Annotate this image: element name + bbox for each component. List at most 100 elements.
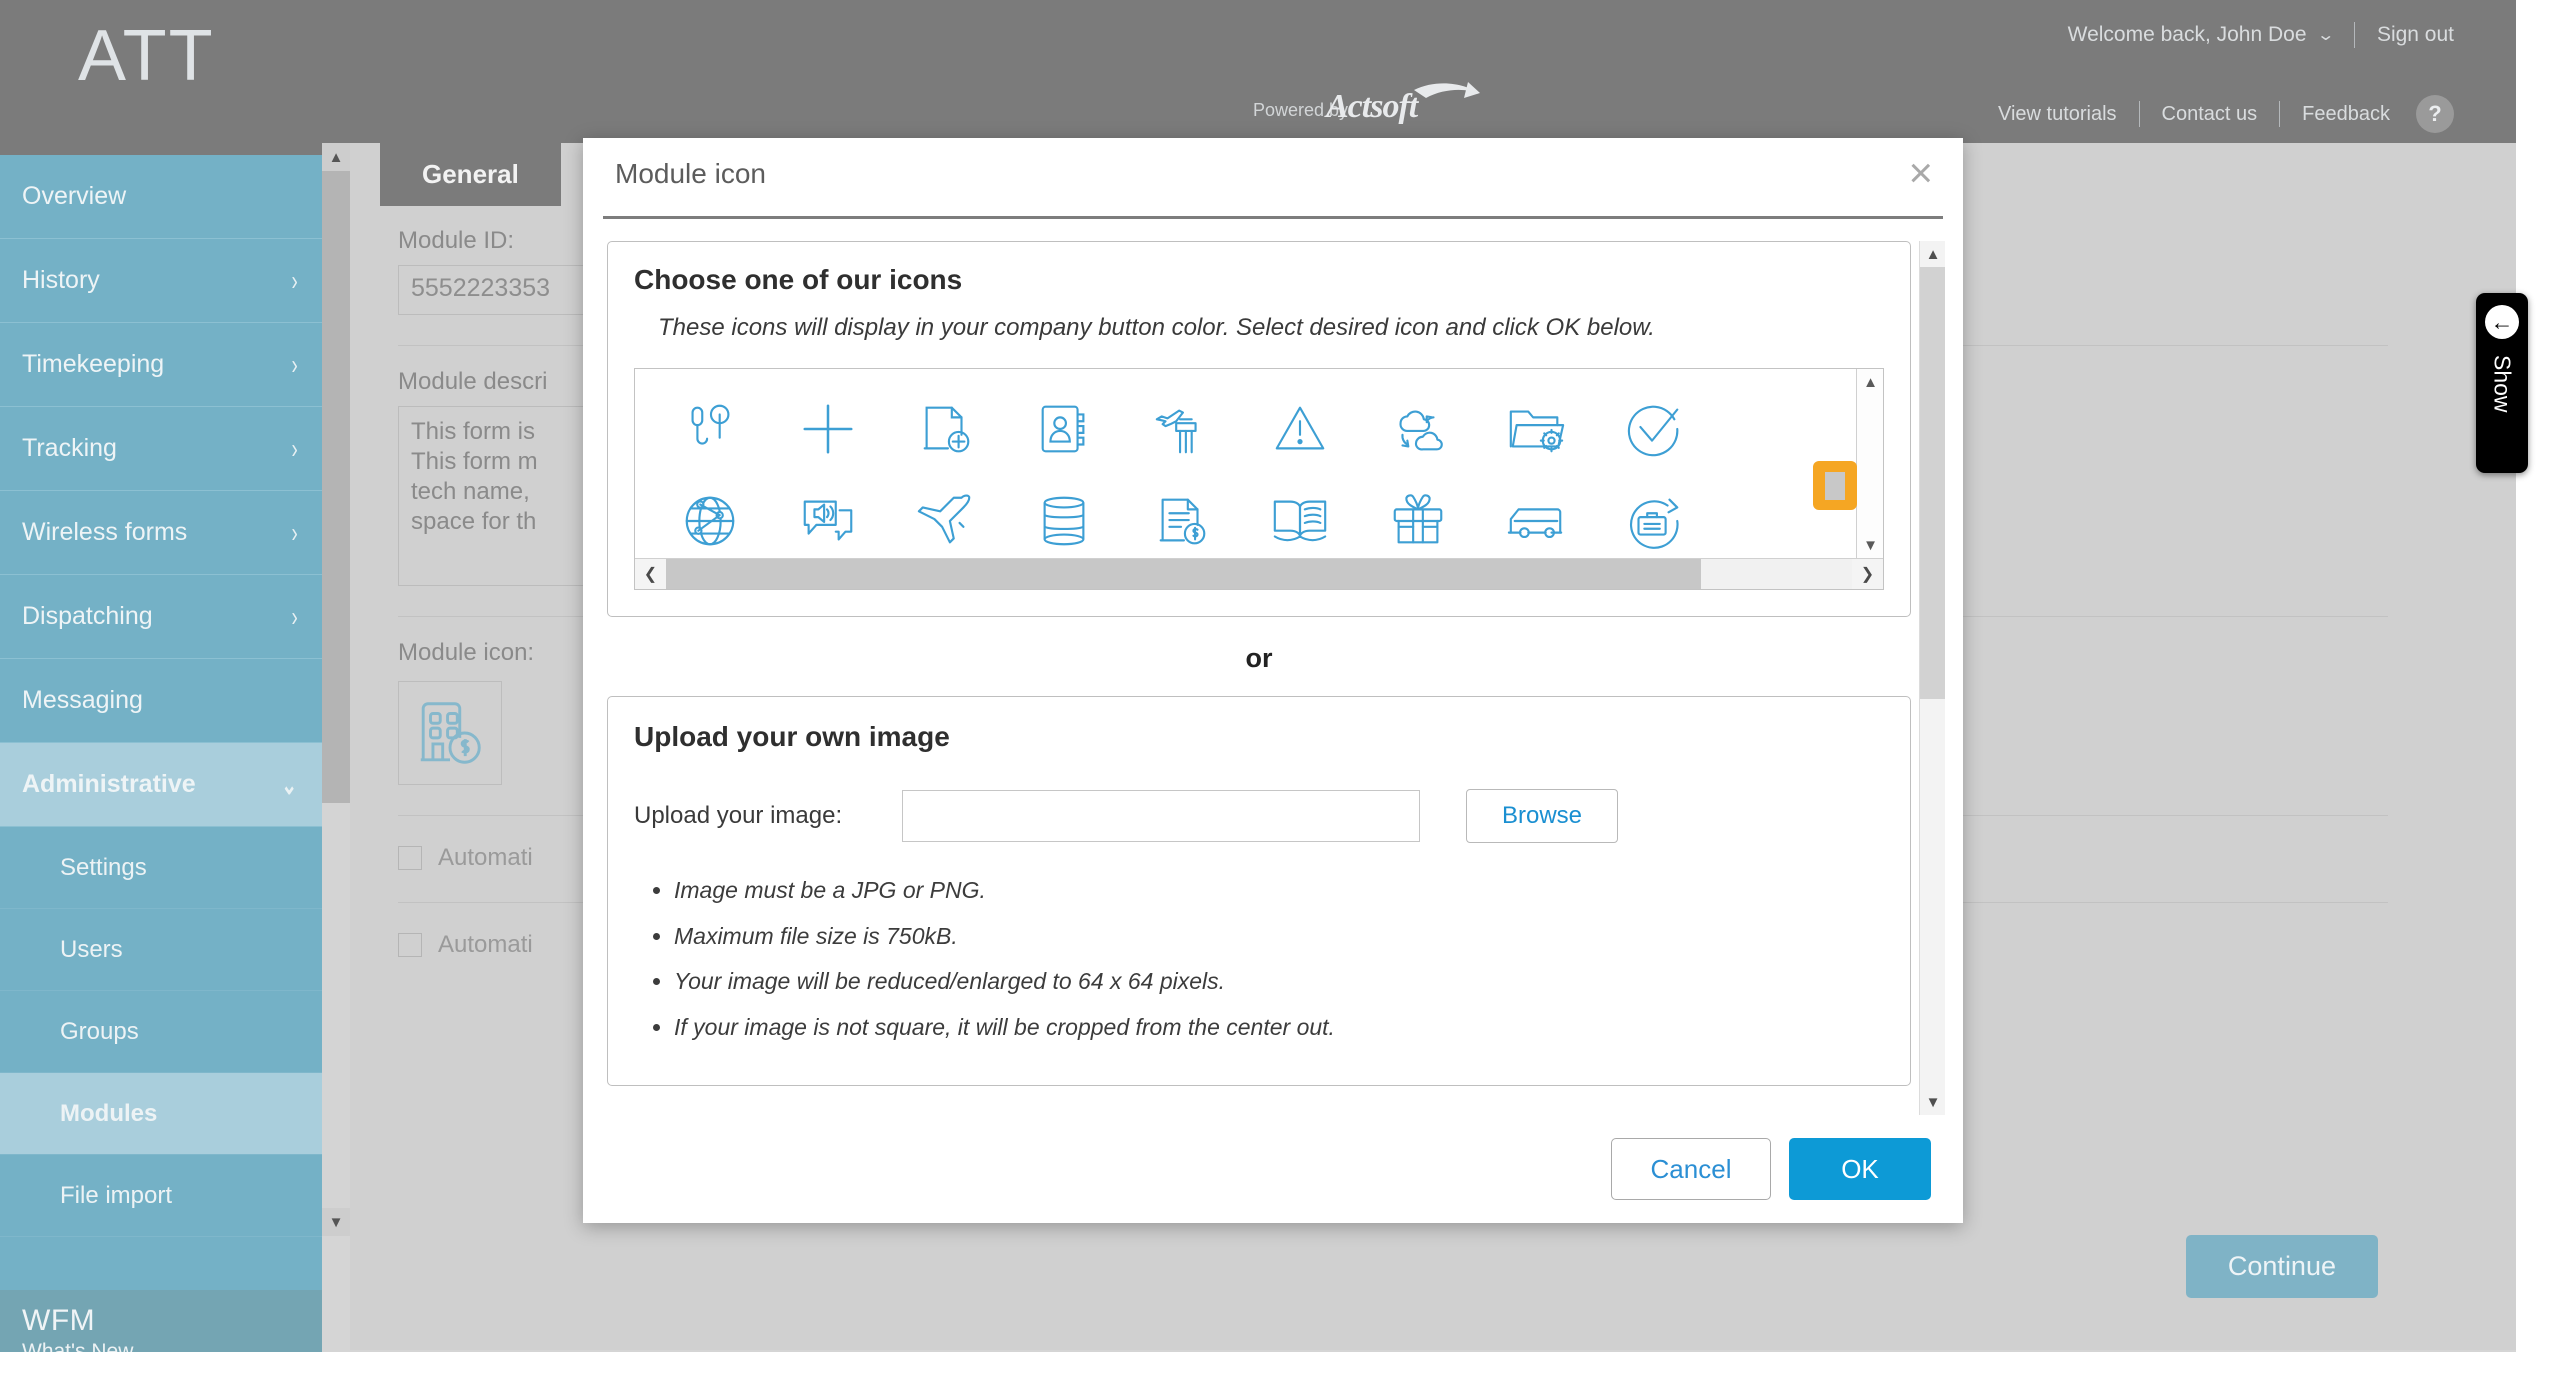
sidebar-subitem-label: Modules xyxy=(60,1099,158,1127)
browse-button[interactable]: Browse xyxy=(1466,789,1618,843)
chevron-right-icon: › xyxy=(291,516,298,548)
invoice-dollar-icon xyxy=(1159,498,1206,545)
view-tutorials-link[interactable]: View tutorials xyxy=(1998,103,2117,126)
sidebar-scrollbar[interactable]: ▲ ▼ xyxy=(322,143,350,1236)
airplane-icon xyxy=(917,494,971,544)
sidebar-item-groups[interactable]: Groups xyxy=(0,991,322,1073)
dialog-header: Module icon × xyxy=(583,138,1963,204)
module-icon-preview[interactable] xyxy=(398,681,502,785)
scroll-down-icon[interactable]: ▼ xyxy=(322,1208,350,1236)
icon-option-briefcase-refresh[interactable] xyxy=(1623,490,1685,552)
upload-file-input[interactable] xyxy=(902,790,1420,842)
icon-option-earbuds[interactable] xyxy=(679,398,741,460)
welcome-menu[interactable]: Welcome back, John Doe ⌄ xyxy=(2068,23,2335,47)
gallery-vertical-scrollbar[interactable]: ▲ ▼ xyxy=(1856,369,1883,559)
show-tab-label: Show xyxy=(2489,355,2516,413)
feedback-link[interactable]: Feedback xyxy=(2302,103,2390,126)
scroll-down-icon[interactable]: ▼ xyxy=(1920,1089,1945,1115)
sidebar-item-messaging[interactable]: Messaging xyxy=(0,659,322,743)
show-panel-tab[interactable]: ← Show xyxy=(2476,293,2528,473)
list-item: Maximum file size is 750kB. xyxy=(674,923,1884,951)
icon-option-plus[interactable] xyxy=(797,398,859,460)
scrollbar-thumb[interactable] xyxy=(322,171,350,803)
icon-option-cloud-sync[interactable] xyxy=(1387,398,1449,460)
sidebar-subitem-label: Groups xyxy=(60,1017,139,1045)
gallery-horizontal-scrollbar[interactable]: ❮ ❯ xyxy=(635,558,1883,589)
icon-option-open-book[interactable] xyxy=(1269,490,1331,552)
scrollbar-thumb[interactable] xyxy=(666,558,1701,589)
contact-us-link[interactable]: Contact us xyxy=(2162,103,2258,126)
checkbox[interactable] xyxy=(398,846,422,870)
scroll-right-icon[interactable]: ❯ xyxy=(1852,558,1883,589)
address-book-icon xyxy=(1041,405,1085,453)
scroll-up-icon[interactable]: ▲ xyxy=(1920,241,1945,267)
continue-button[interactable]: Continue xyxy=(2185,1235,2378,1298)
icon-gallery-scrollbox[interactable]: ▲ ▼ ❮ ❯ xyxy=(634,368,1884,590)
sidebar-item-label: History xyxy=(22,266,100,294)
scroll-up-icon[interactable]: ▲ xyxy=(322,143,350,171)
icon-option-barrel[interactable] xyxy=(1033,490,1095,552)
ok-button[interactable]: OK xyxy=(1789,1138,1931,1200)
scroll-down-icon[interactable]: ▼ xyxy=(1857,532,1883,559)
icon-option-gift[interactable] xyxy=(1387,490,1449,552)
icon-option-address-book[interactable] xyxy=(1033,398,1095,460)
warning-triangle-icon xyxy=(1275,406,1325,450)
document-add-icon xyxy=(923,406,970,453)
choose-icons-panel: Choose one of our icons These icons will… xyxy=(607,241,1911,617)
or-separator-label: or xyxy=(1245,643,1273,673)
tab-general[interactable]: General xyxy=(380,143,561,206)
sidebar-item-label: Administrative xyxy=(22,770,196,798)
sidebar-item-file-import[interactable]: File import xyxy=(0,1155,322,1237)
icon-option-bus[interactable] xyxy=(1505,490,1567,552)
scrollbar-thumb[interactable] xyxy=(1920,267,1945,699)
icon-option-globe-network[interactable] xyxy=(679,490,741,552)
sidebar-item-users[interactable]: Users xyxy=(0,909,322,991)
scroll-left-icon[interactable]: ❮ xyxy=(635,558,666,589)
help-icon[interactable]: ? xyxy=(2416,95,2454,133)
header-links-bar: View tutorials Contact us Feedback ? xyxy=(1998,95,2454,133)
dialog-title: Module icon xyxy=(615,158,766,189)
sidebar-item-timekeeping[interactable]: Timekeeping › xyxy=(0,323,322,407)
tab-bar: General xyxy=(380,143,561,206)
icon-option-warning[interactable] xyxy=(1269,398,1331,460)
upload-image-panel: Upload your own image Upload your image:… xyxy=(607,696,1911,1087)
sidebar-item-administrative[interactable]: Administrative ⌄ xyxy=(0,743,322,827)
top-header: ATT Welcome back, John Doe ⌄ Sign out Po… xyxy=(0,0,2516,155)
sidebar-item-dispatching[interactable]: Dispatching › xyxy=(0,575,322,659)
actsoft-wordmark: Actsoft xyxy=(1326,88,1418,125)
icon-gallery-grid xyxy=(635,369,1789,567)
icon-option-document-add[interactable] xyxy=(915,398,977,460)
icon-option-announcement[interactable] xyxy=(797,490,859,552)
sidebar-item-label: Overview xyxy=(22,182,127,210)
announcement-icon xyxy=(803,500,853,541)
sidebar-item-settings[interactable]: Settings xyxy=(0,827,322,909)
list-item: If your image is not square, it will be … xyxy=(674,1014,1884,1042)
sidebar-subitem-label: File import xyxy=(60,1181,173,1209)
open-book-icon xyxy=(1273,500,1327,542)
sidebar-item-overview[interactable]: Overview xyxy=(0,155,322,239)
scroll-up-icon[interactable]: ▲ xyxy=(1857,369,1883,396)
sidebar-item-modules[interactable]: Modules xyxy=(0,1073,322,1155)
highlighted-scrollbar-thumb[interactable] xyxy=(1813,461,1857,510)
barrel-icon xyxy=(1043,496,1085,546)
sidebar-item-history[interactable]: History › xyxy=(0,239,322,323)
checkbox-label: Automati xyxy=(438,844,533,871)
bus-icon xyxy=(1507,508,1563,539)
icon-option-folder-settings[interactable] xyxy=(1505,398,1567,460)
sign-out-link[interactable]: Sign out xyxy=(2377,23,2454,47)
page-bottom-margin xyxy=(0,1352,2560,1390)
divider xyxy=(603,216,1943,219)
cancel-button[interactable]: Cancel xyxy=(1611,1138,1771,1200)
cloud-sync-icon xyxy=(1399,410,1443,451)
icon-option-invoice-dollar[interactable] xyxy=(1151,490,1213,552)
icon-option-check-circle[interactable] xyxy=(1623,398,1685,460)
brand-logo: ATT xyxy=(78,16,215,96)
sidebar-item-tracking[interactable]: Tracking › xyxy=(0,407,322,491)
icon-option-airplane-tower[interactable] xyxy=(1151,398,1213,460)
close-icon[interactable]: × xyxy=(1908,152,1933,194)
dialog-body-scrollbar[interactable]: ▲ ▼ xyxy=(1919,241,1945,1115)
chevron-right-icon: › xyxy=(291,432,298,464)
sidebar-item-wireless-forms[interactable]: Wireless forms › xyxy=(0,491,322,575)
checkbox[interactable] xyxy=(398,933,422,957)
icon-option-airplane[interactable] xyxy=(915,490,977,552)
